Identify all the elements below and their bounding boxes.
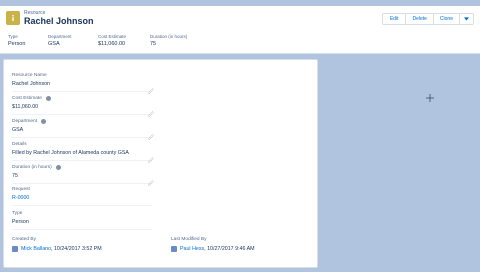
help-icon[interactable] — [45, 96, 51, 101]
field-label: Duration (in hours) — [12, 165, 52, 170]
clone-button[interactable]: Clone — [434, 14, 460, 24]
field-value: $11,060.00 — [12, 104, 39, 110]
highlights-panel: Type Person Department GSA Cost Estimate… — [8, 34, 308, 50]
highlight-label: Cost Estimate — [98, 34, 127, 39]
last-modified-user-link[interactable]: Paul Hess — [180, 246, 204, 252]
highlight-label: Duration (in hours) — [150, 34, 188, 39]
field-divider — [12, 205, 152, 206]
user-avatar-icon — [12, 246, 18, 252]
highlight-department: Department GSA — [48, 34, 72, 47]
delete-button[interactable]: Delete — [406, 14, 434, 24]
help-icon[interactable] — [55, 165, 61, 170]
field-label: Type — [12, 211, 23, 216]
field-value: Rachel Johnson — [12, 81, 50, 87]
highlight-value: $11,060.00 — [98, 41, 126, 47]
highlight-label: Department — [48, 34, 72, 39]
field-created-by: Created By Mick Ballano , 10/24/2017 3:5… — [12, 237, 102, 252]
field-request: Request R-0000 — [12, 187, 152, 206]
field-label: Department — [12, 119, 38, 124]
highlight-type: Type Person — [8, 34, 25, 47]
field-label: Last Modified By — [171, 237, 207, 242]
field-label: Created By — [12, 237, 36, 242]
details-card: Resource Name Rachel Johnson Cost Estima… — [3, 59, 318, 268]
highlight-value: 75 — [150, 41, 157, 47]
field-label-row: Cost Estimate — [12, 96, 152, 101]
record-header: Resource Rachel Johnson Edit Delete Clon… — [0, 6, 480, 54]
highlight-value: Person — [8, 41, 26, 47]
user-avatar-icon — [171, 246, 177, 252]
field-department: Department GSA — [12, 119, 154, 140]
field-label-row: Duration (in hours) — [12, 165, 152, 170]
edit-pencil-icon[interactable] — [148, 150, 154, 163]
created-by-row: Mick Ballano , 10/24/2017 3:52 PM — [12, 246, 102, 252]
chevron-down-icon — [464, 17, 469, 21]
field-value: Person — [12, 219, 29, 225]
action-buttons: Edit Delete Clone — [381, 13, 474, 25]
edit-pencil-icon[interactable] — [148, 104, 154, 117]
field-label: Details — [12, 142, 27, 147]
edit-pencil-icon[interactable] — [148, 127, 154, 140]
more-actions-button[interactable] — [460, 14, 473, 24]
request-link[interactable]: R-0000 — [12, 195, 152, 201]
field-divider — [12, 137, 152, 138]
record-title: Rachel Johnson — [24, 16, 94, 26]
field-label-row: Department — [12, 119, 152, 124]
last-modified-row: Paul Hess , 10/27/2017 9:46 AM — [171, 246, 255, 252]
edit-pencil-icon[interactable] — [148, 81, 154, 94]
field-type: Type Person — [12, 211, 152, 230]
field-value: 75 — [12, 173, 18, 179]
highlight-cost-estimate: Cost Estimate $11,060.00 — [98, 34, 126, 47]
field-value: GSA — [12, 127, 24, 133]
edit-button[interactable]: Edit — [383, 14, 407, 24]
field-divider — [12, 183, 152, 184]
field-last-modified-by: Last Modified By Paul Hess , 10/27/2017 … — [171, 237, 255, 252]
field-divider — [12, 91, 152, 92]
field-label: Request — [12, 187, 30, 192]
field-details: Details Filled by Rachel Johnson of Alam… — [12, 142, 172, 163]
crosshair-cursor-icon — [426, 94, 434, 102]
field-resource-name: Resource Name Rachel Johnson — [12, 73, 154, 94]
field-label: Cost Estimate — [12, 96, 42, 101]
field-cost-estimate: Cost Estimate $11,060.00 — [12, 96, 154, 117]
highlight-label: Type — [8, 34, 18, 39]
highlight-value: GSA — [48, 41, 60, 47]
field-divider — [12, 229, 152, 230]
edit-pencil-icon[interactable] — [148, 173, 154, 186]
field-duration: Duration (in hours) 75 — [12, 165, 154, 186]
created-date: , 10/24/2017 3:52 PM — [51, 246, 102, 252]
help-icon[interactable] — [41, 119, 47, 124]
highlight-duration: Duration (in hours) 75 — [150, 34, 187, 47]
last-modified-date: , 10/27/2017 9:46 AM — [204, 246, 255, 252]
field-divider — [12, 114, 152, 115]
field-divider — [12, 160, 152, 161]
created-by-user-link[interactable]: Mick Ballano — [21, 246, 51, 252]
resource-icon — [6, 11, 20, 25]
field-label: Resource Name — [12, 73, 47, 78]
